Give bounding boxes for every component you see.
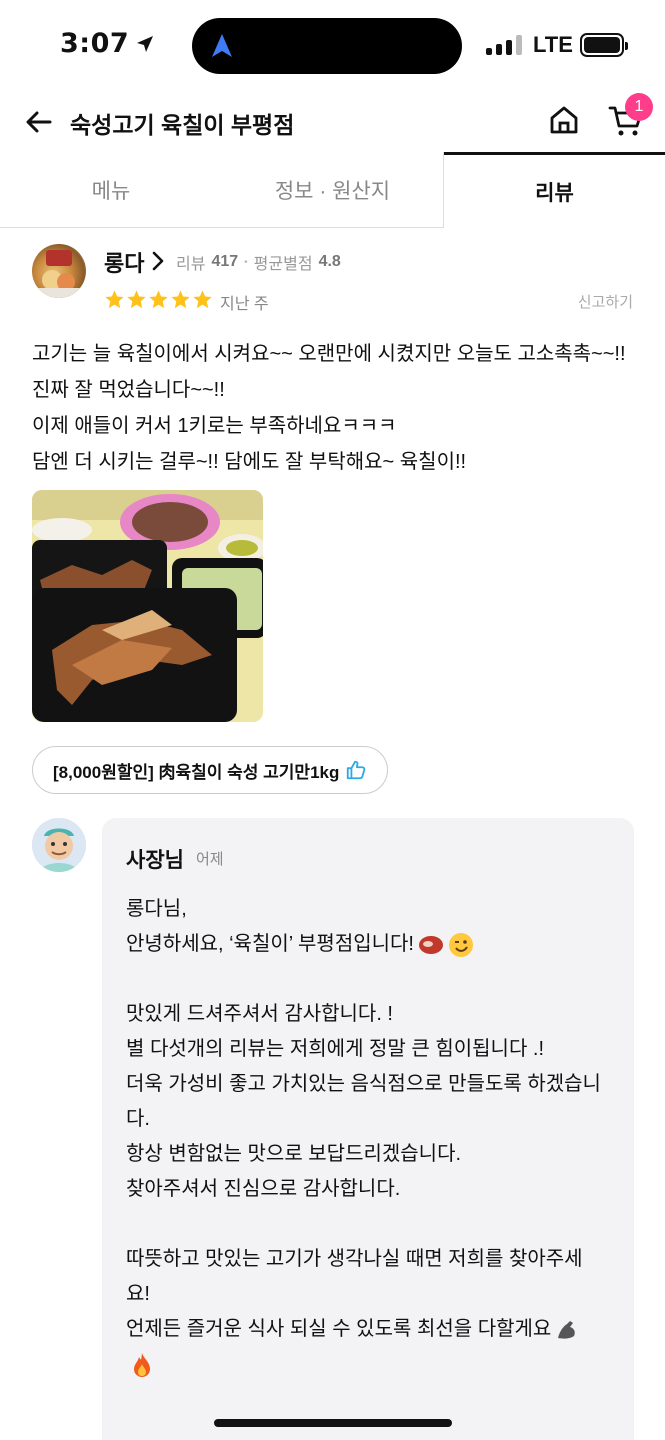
owner-avatar xyxy=(32,818,86,872)
steak-emoji-icon xyxy=(418,935,443,954)
review-text: 고기는 늘 육칠이에서 시켜요~~ 오랜만에 시켰지만 오늘도 고소촉촉~~!!… xyxy=(32,343,626,473)
status-bar: 3:07 LTE xyxy=(0,0,665,92)
reviewer-name[interactable]: 롱다 xyxy=(104,246,144,278)
chevron-right-icon[interactable] xyxy=(150,250,166,272)
meta-separator: • xyxy=(244,256,248,268)
signal-icon xyxy=(486,35,522,55)
star-icon xyxy=(105,290,124,309)
reviewer-avatar[interactable] xyxy=(32,244,86,298)
reply-paragraph-3-text: 따뜻하고 맛있는 고기가 생각나실 때면 저희를 찾아주세요! 언제든 즐거운 … xyxy=(126,1248,583,1340)
status-time: 3:07 xyxy=(60,28,155,59)
fire-icon xyxy=(134,1352,150,1377)
star-icon xyxy=(171,290,190,309)
avg-rating: 4.8 xyxy=(318,253,341,270)
reviewer-stats: 리뷰 417 • 평균별점 4.8 xyxy=(176,250,341,274)
app-header: 숙성고기 육칠이 부평점 xyxy=(0,92,665,152)
review-photo[interactable] xyxy=(32,490,263,722)
review-count: 417 xyxy=(211,253,239,270)
owner-name: 사장님 xyxy=(126,849,184,872)
menu-item-label: [8,000원할인] 肉육칠이 숙성 고기만1kg xyxy=(53,762,340,782)
ordered-menu-chip[interactable]: [8,000원할인] 肉육칠이 숙성 고기만1kg xyxy=(32,746,389,794)
battery-icon xyxy=(580,33,628,57)
navigation-arrow-icon xyxy=(212,34,232,57)
avg-rating-label: 평균별점 xyxy=(253,256,313,273)
reply-paragraph-3: 따뜻하고 맛있는 고기가 생각나실 때면 저희를 찾아주세요! 언제든 즐거운 … xyxy=(126,1242,606,1382)
tab-review[interactable]: 리뷰 xyxy=(444,152,665,228)
location-arrow-icon xyxy=(137,35,154,52)
home-indicator[interactable] xyxy=(214,1419,452,1427)
report-link[interactable]: 신고하기 xyxy=(578,291,633,312)
thumbs-up-icon xyxy=(347,760,366,780)
star-icon xyxy=(127,290,146,309)
home-icon[interactable] xyxy=(548,104,580,136)
review-date: 지난 주 xyxy=(220,296,269,313)
star-icon xyxy=(193,290,212,309)
review-count-label: 리뷰 xyxy=(176,256,206,273)
winking-face-icon xyxy=(448,932,473,957)
reply-paragraph-2: 맛있게 드셔주셔서 감사합니다. ! 별 다섯개의 리뷰는 저희에게 정말 큰 … xyxy=(126,1003,601,1200)
star-icon xyxy=(149,290,168,309)
reply-paragraph-1-text: 롱다님, 안녕하세요, ‘육칠이’ 부평점입니다! xyxy=(126,898,414,955)
store-title: 숙성고기 육칠이 부평점 xyxy=(70,112,295,138)
owner-reply-text: 롱다님, 안녕하세요, ‘육칠이’ 부평점입니다! 맛있게 드셔주셔서 감사합니… xyxy=(126,892,606,1382)
rating-stars xyxy=(104,289,213,310)
reply-paragraph-1: 롱다님, 안녕하세요, ‘육칠이’ 부평점입니다! xyxy=(126,892,606,962)
time-text: 3:07 xyxy=(60,28,130,59)
network-label: LTE xyxy=(533,32,573,57)
tab-menu[interactable]: 메뉴 xyxy=(0,152,222,228)
tab-bar: 메뉴 정보 · 원산지 리뷰 xyxy=(0,152,665,228)
back-arrow-icon[interactable] xyxy=(24,107,54,137)
flexed-biceps-icon xyxy=(558,1320,576,1339)
tab-info[interactable]: 정보 · 원산지 xyxy=(222,152,444,228)
cart-count-badge: 1 xyxy=(625,93,653,121)
owner-reply-date: 어제 xyxy=(196,851,224,868)
